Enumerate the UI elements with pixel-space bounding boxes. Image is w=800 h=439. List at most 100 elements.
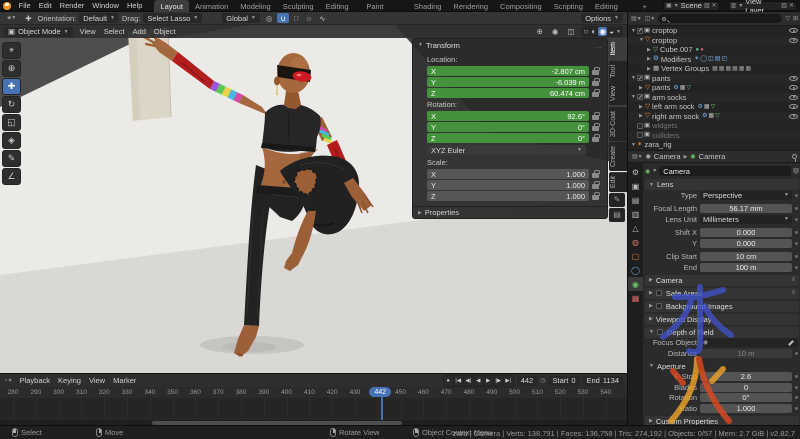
viewport-menu-view[interactable]: View: [76, 26, 100, 37]
focal-length-field[interactable]: 56.17 mm: [700, 204, 792, 213]
animate-dot[interactable]: [795, 255, 798, 258]
menu-render[interactable]: Render: [56, 0, 89, 11]
new-collection-icon[interactable]: ⊞: [793, 15, 798, 22]
properties-tab-tool[interactable]: ⚙: [628, 165, 643, 179]
active-tool-icon[interactable]: ⌖▼: [4, 13, 19, 23]
collection-checkbox[interactable]: [637, 123, 643, 129]
timeline-menu-playback[interactable]: Playback: [16, 375, 54, 386]
blender-logo-icon[interactable]: [3, 2, 11, 10]
folder-icon[interactable]: ▤: [609, 208, 625, 222]
lock-icon[interactable]: [592, 184, 599, 189]
animate-dot[interactable]: [795, 207, 798, 210]
eye-icon[interactable]: [789, 76, 798, 81]
tab-scripting[interactable]: Scripting: [548, 0, 589, 12]
measure-tool-button[interactable]: ∠: [2, 168, 21, 185]
animate-dot[interactable]: [795, 375, 798, 378]
jump-end-button[interactable]: ▶|: [504, 376, 513, 386]
collection-checkbox[interactable]: [637, 94, 643, 100]
close-icon[interactable]: ✕: [789, 2, 794, 9]
timeline-menu-view[interactable]: View: [85, 375, 109, 386]
outliner-row-modifiers[interactable]: ▶⚙Modifiers✶◯◫▤◰: [628, 55, 800, 65]
frame-end-field[interactable]: End1134: [583, 376, 624, 386]
eye-icon[interactable]: [789, 114, 798, 119]
properties-tab-physics[interactable]: ◯: [628, 263, 643, 277]
camera-panel-header[interactable]: ▶Camera≡: [645, 275, 799, 286]
animate-dot[interactable]: [795, 218, 798, 221]
collection-checkbox[interactable]: [637, 132, 643, 138]
animate-dot[interactable]: [795, 231, 798, 234]
rotation-y-field[interactable]: Y0°: [427, 122, 589, 132]
clip-end-field[interactable]: 100 m: [700, 263, 792, 272]
falloff-icon[interactable]: ∿: [316, 13, 328, 23]
properties-tab-camera-data[interactable]: ◉: [628, 277, 643, 291]
depth-of-field-panel-header[interactable]: ▼Depth of Field: [645, 327, 799, 338]
annotate-tool-button[interactable]: ✎: [2, 150, 21, 167]
menu-help[interactable]: Help: [123, 0, 146, 11]
close-icon[interactable]: ✕: [712, 2, 717, 9]
rotation-field[interactable]: 0°: [700, 393, 792, 402]
animate-dot[interactable]: [795, 352, 798, 355]
clip-start-field[interactable]: 10 cm: [700, 252, 792, 261]
3d-viewport[interactable]: ▣ Object Mode▼ ViewSelectAddObject ⊕◉◫○◐…: [0, 25, 627, 373]
properties-tab-output[interactable]: ▤: [628, 193, 643, 207]
overlays-icon[interactable]: ◉: [549, 27, 562, 37]
viewport-menu-add[interactable]: Add: [129, 26, 150, 37]
breadcrumb-object[interactable]: Camera: [654, 152, 681, 161]
collection-checkbox[interactable]: [637, 75, 643, 81]
tab-sculpting[interactable]: Sculpting: [277, 0, 320, 12]
timeline-track-area[interactable]: [0, 398, 627, 419]
tab-rendering[interactable]: Rendering: [447, 0, 494, 12]
play-reverse-button[interactable]: ◀: [474, 376, 483, 386]
eye-icon[interactable]: [789, 95, 798, 100]
properties-tab-render[interactable]: ▣: [628, 179, 643, 193]
proportional-icon[interactable]: ○: [304, 13, 315, 23]
properties-tab-scene[interactable]: △: [628, 221, 643, 235]
sidebar-tab-tool[interactable]: Tool: [609, 61, 627, 82]
scale-x-field[interactable]: X1.000: [427, 169, 589, 179]
lock-icon[interactable]: [592, 195, 599, 200]
outliner-row-cube-007[interactable]: ▶▽Cube.007●●: [628, 45, 800, 55]
menu-file[interactable]: File: [15, 0, 35, 11]
jump-start-button[interactable]: |◀: [454, 376, 463, 386]
safe-areas-panel-header[interactable]: ▶Safe Areas≡: [645, 288, 799, 299]
editor-type-icon[interactable]: ▤▼: [632, 153, 643, 160]
properties-subpanel-header[interactable]: ▶ Properties: [413, 206, 607, 218]
rotation-mode-dropdown[interactable]: XYZ Euler ▼: [427, 145, 586, 155]
properties-tab-object[interactable]: ▢: [628, 249, 643, 263]
location-z-field[interactable]: Z60.474 cm: [427, 88, 589, 98]
auto-keying-stopwatch-icon[interactable]: ◷: [540, 377, 545, 384]
fstop-field[interactable]: 2.6: [700, 372, 792, 381]
sidebar-tab-3d-coat[interactable]: 3D-Coat: [609, 107, 627, 141]
fake-user-icon[interactable]: [793, 168, 799, 175]
timeline-menu-marker[interactable]: Marker: [109, 375, 140, 386]
move-gizmo-icon[interactable]: ✚: [22, 13, 34, 23]
rotate-tool-button[interactable]: ↻: [2, 96, 21, 113]
menu-window[interactable]: Window: [88, 0, 123, 11]
editor-type-icon[interactable]: ◔▼: [4, 378, 13, 384]
chevron-down-icon[interactable]: ▼: [616, 29, 621, 35]
sidebar-tab-view[interactable]: View: [609, 82, 627, 105]
outliner-row-arm-socks[interactable]: ▼▣arm socks: [628, 93, 800, 103]
tab-modeling[interactable]: Modeling: [234, 0, 276, 12]
shift-x-field[interactable]: 0.000: [700, 228, 792, 237]
lock-icon[interactable]: [592, 126, 599, 131]
lock-icon[interactable]: [592, 173, 599, 178]
animate-dot[interactable]: [795, 396, 798, 399]
filter-icon[interactable]: ▽: [785, 15, 790, 22]
play-button[interactable]: ▶: [484, 376, 493, 386]
gizmo-icon[interactable]: ⊕: [534, 27, 546, 37]
properties-tab-view-layer[interactable]: ▥: [628, 207, 643, 221]
sidebar-tab-item[interactable]: Item: [609, 38, 627, 60]
select-box-tool-button[interactable]: ⌖: [2, 42, 21, 59]
blades-field[interactable]: 0: [700, 383, 792, 392]
location-y-field[interactable]: Y-6.039 m: [427, 77, 589, 87]
tab-+[interactable]: +: [637, 0, 653, 12]
eye-icon[interactable]: [789, 28, 798, 33]
outliner-row-left-arm-sock[interactable]: ▶▽left arm sock⚙▦▽: [628, 102, 800, 112]
type-dropdown[interactable]: Perspective▼: [700, 191, 792, 200]
cursor-tool-button[interactable]: ⊕: [2, 60, 21, 77]
tab-texture-paint[interactable]: Texture Paint: [360, 0, 408, 12]
lock-icon[interactable]: [592, 137, 599, 142]
viewport-menu-object[interactable]: Object: [150, 26, 180, 37]
animate-dot[interactable]: [795, 194, 798, 197]
